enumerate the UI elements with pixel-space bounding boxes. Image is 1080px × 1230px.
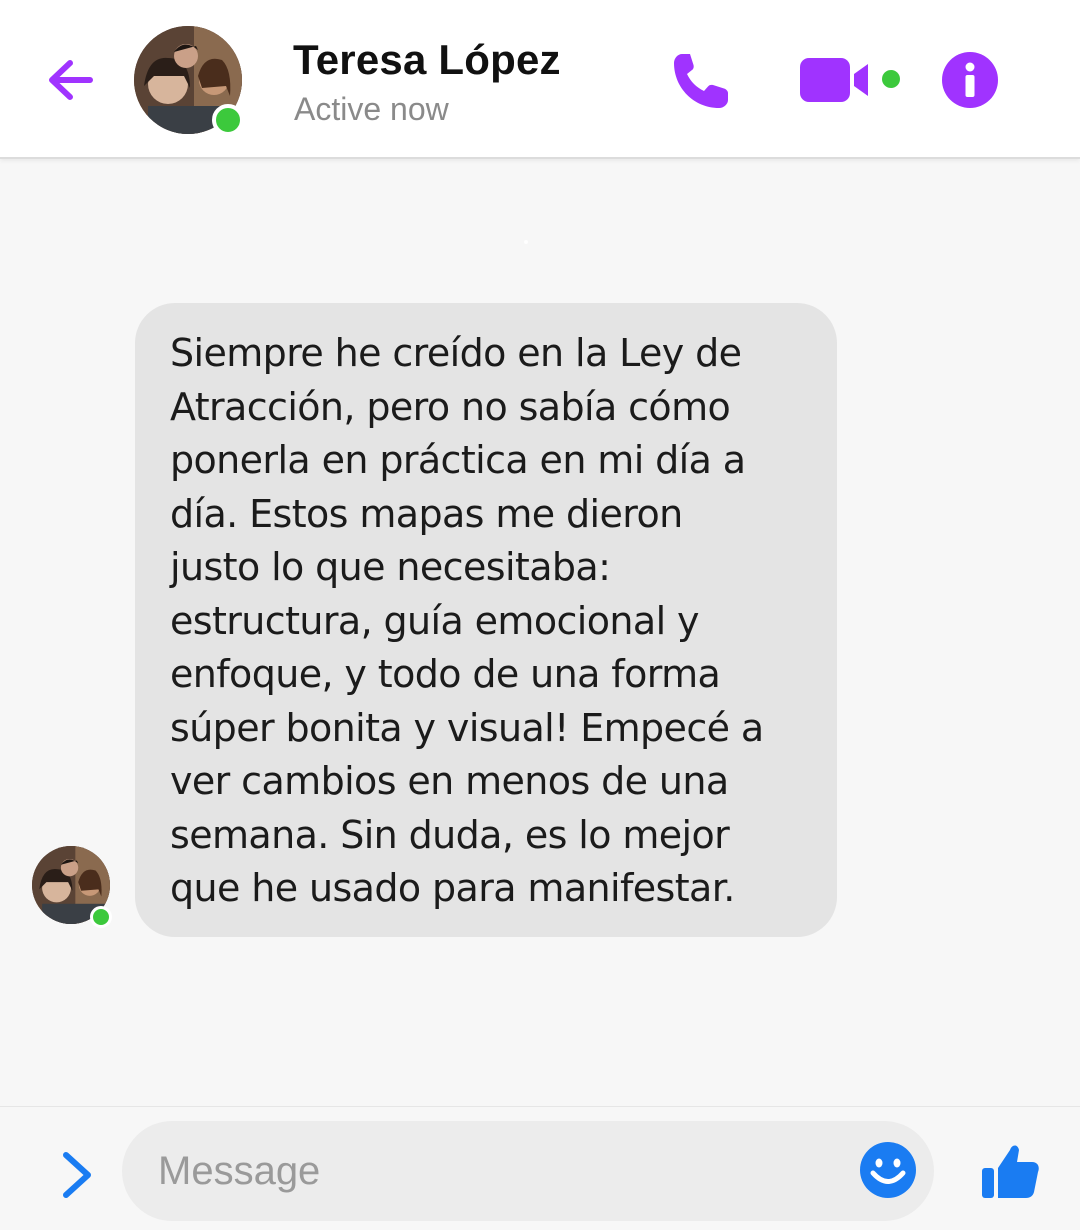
back-button[interactable] <box>40 50 100 110</box>
emoji-icon <box>860 1142 916 1198</box>
message-bubble[interactable]: Siempre he creído en la Ley de Atracción… <box>135 303 837 937</box>
info-button[interactable] <box>940 50 1000 110</box>
thumbs-up-icon <box>982 1145 1039 1198</box>
message-text: Siempre he creído en la Ley de Atracción… <box>170 331 764 910</box>
chat-header: Teresa López Active now <box>0 0 1080 159</box>
message-sender-avatar[interactable] <box>32 846 112 928</box>
contact-avatar[interactable] <box>134 26 244 136</box>
back-arrow-icon <box>49 60 93 100</box>
emoji-button[interactable] <box>858 1140 918 1200</box>
voice-call-button[interactable] <box>668 48 734 114</box>
phone-icon <box>674 54 728 108</box>
decorative-dot <box>524 240 528 244</box>
expand-actions-button[interactable] <box>50 1147 102 1203</box>
info-icon <box>942 52 998 108</box>
message-composer <box>0 1106 1080 1230</box>
online-indicator <box>90 906 112 928</box>
contact-name[interactable]: Teresa López <box>293 36 561 84</box>
video-camera-icon <box>800 58 900 102</box>
online-indicator <box>212 104 244 136</box>
like-button[interactable] <box>978 1138 1042 1202</box>
message-input[interactable] <box>122 1121 934 1221</box>
video-call-button[interactable] <box>798 52 910 108</box>
chevron-right-icon <box>63 1152 91 1198</box>
contact-status: Active now <box>294 91 449 127</box>
